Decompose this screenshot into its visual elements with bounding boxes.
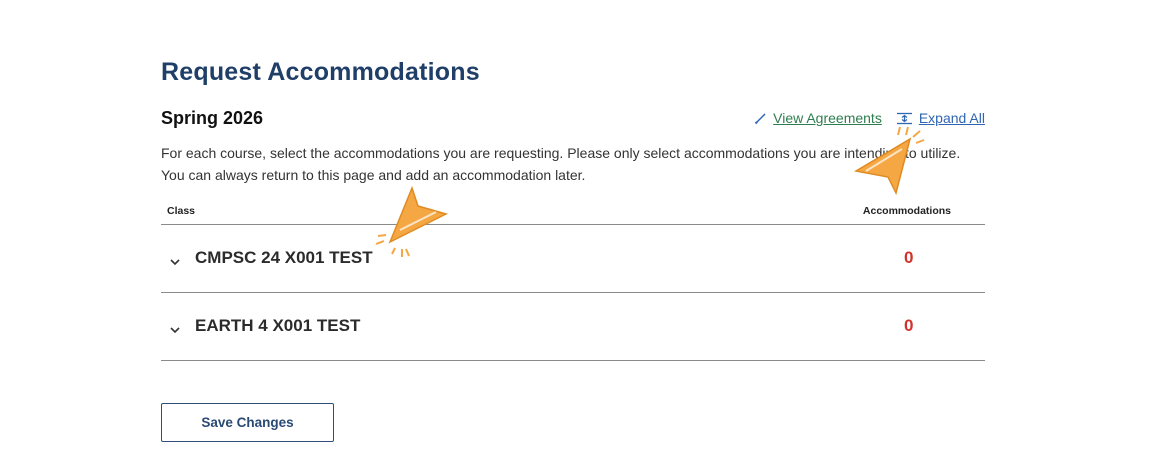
column-header-accommodations: Accommodations bbox=[862, 205, 951, 217]
pencil-icon bbox=[754, 112, 767, 125]
page: Request Accommodations Spring 2026 View … bbox=[0, 0, 1165, 469]
view-agreements-link[interactable]: View Agreements bbox=[754, 110, 882, 126]
page-title: Request Accommodations bbox=[161, 58, 480, 86]
course-row[interactable]: EARTH 4 X001 TEST 0 bbox=[161, 293, 985, 361]
instructions-text: For each course, select the accommodatio… bbox=[161, 145, 961, 183]
term-header: Spring 2026 View Agreements Expand All bbox=[161, 108, 985, 132]
accommodations-count: 0 bbox=[904, 316, 914, 335]
accommodations-count: 0 bbox=[904, 248, 914, 267]
expand-all-link[interactable]: Expand All bbox=[896, 110, 985, 126]
expand-icon bbox=[896, 112, 913, 125]
course-row[interactable]: CMPSC 24 X001 TEST 0 bbox=[161, 225, 985, 293]
term-actions: View Agreements Expand All bbox=[754, 110, 985, 126]
chevron-down-icon[interactable] bbox=[170, 253, 180, 266]
save-changes-button[interactable]: Save Changes bbox=[161, 403, 334, 442]
course-name: EARTH 4 X001 TEST bbox=[195, 316, 361, 335]
table-header: Class Accommodations bbox=[161, 202, 985, 225]
column-header-class: Class bbox=[167, 205, 196, 217]
chevron-down-icon[interactable] bbox=[170, 321, 180, 334]
view-agreements-label: View Agreements bbox=[773, 110, 882, 126]
course-name: CMPSC 24 X001 TEST bbox=[195, 248, 373, 267]
term-title: Spring 2026 bbox=[161, 108, 264, 128]
expand-all-label: Expand All bbox=[918, 110, 985, 126]
